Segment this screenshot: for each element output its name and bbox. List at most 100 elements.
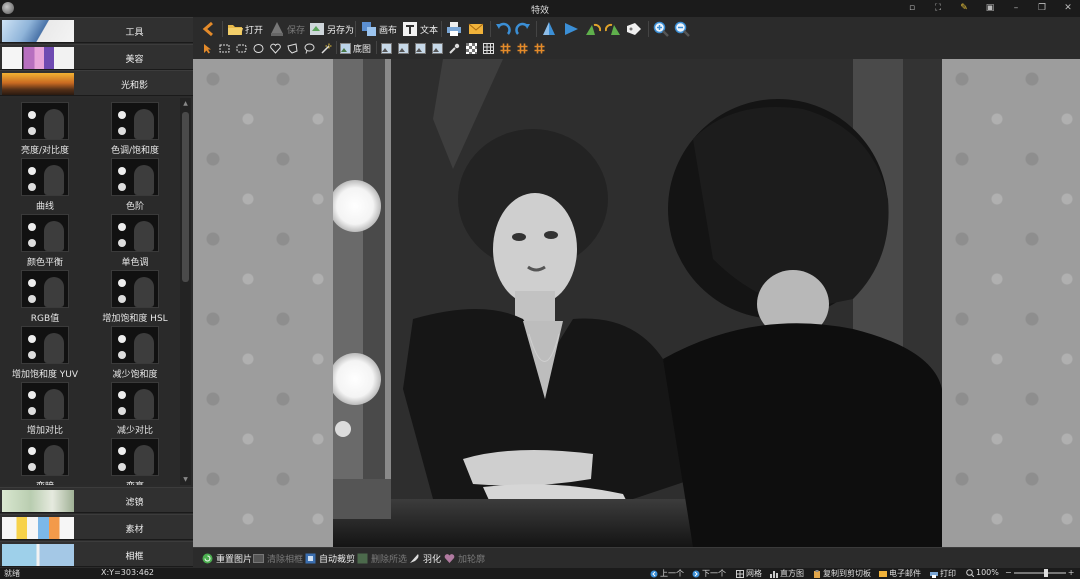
- effect-item[interactable]: 减少饱和度: [90, 322, 180, 380]
- undo-button[interactable]: [495, 19, 511, 39]
- print-button[interactable]: [446, 19, 462, 39]
- delete-selection-button[interactable]: 删除所选: [357, 552, 407, 565]
- effect-item[interactable]: 单色调: [90, 210, 180, 268]
- effect-item[interactable]: 曲线: [0, 154, 90, 212]
- category-material[interactable]: 素材: [0, 514, 193, 540]
- eyedropper-tool[interactable]: [449, 40, 460, 56]
- category-light-shadow[interactable]: 光和影: [0, 70, 193, 96]
- redo-button[interactable]: [515, 19, 531, 39]
- rounded-rectangle-icon: [236, 44, 247, 52]
- effect-item[interactable]: 色调/饱和度: [90, 98, 180, 156]
- effect-item[interactable]: 亮度/对比度: [0, 98, 90, 156]
- flip-vertical-button[interactable]: [541, 19, 557, 39]
- next-label: 下一个: [702, 569, 726, 578]
- zoom-slider-thumb[interactable]: [1043, 568, 1048, 577]
- open-button[interactable]: 打开: [227, 19, 263, 39]
- ellipse-select-tool[interactable]: [253, 40, 264, 56]
- email-button[interactable]: [468, 19, 484, 39]
- zoom-in-button[interactable]: [653, 19, 669, 39]
- clear-frame-button[interactable]: 清除相框: [253, 552, 303, 565]
- back-button[interactable]: [201, 19, 217, 39]
- scrollbar-thumb[interactable]: [182, 112, 189, 282]
- redo-icon: [515, 22, 530, 35]
- rotate-left-button[interactable]: [585, 19, 601, 39]
- file-icon[interactable]: ▫: [906, 2, 918, 14]
- add-border-button[interactable]: 加轮廓: [444, 552, 485, 565]
- flip-horizontal-button[interactable]: [563, 19, 579, 39]
- category-label: 滤镜: [125, 498, 144, 508]
- heart-select-tool[interactable]: [270, 40, 281, 56]
- auto-crop-button[interactable]: 自动裁剪: [305, 552, 355, 565]
- zoom-slider[interactable]: − +: [1005, 568, 1074, 577]
- hash-tool-2[interactable]: [517, 40, 528, 56]
- minimize-icon[interactable]: –: [1010, 2, 1022, 14]
- category-frame[interactable]: 相框: [0, 541, 193, 567]
- fullscreen-icon[interactable]: ⛶: [932, 2, 944, 14]
- rect-select-tool[interactable]: [219, 40, 230, 56]
- grid-tool[interactable]: [483, 40, 494, 56]
- category-filter[interactable]: 滤镜: [0, 487, 193, 513]
- zoom-out-button[interactable]: [674, 19, 690, 39]
- category-label: 美容: [125, 55, 144, 65]
- category-tools[interactable]: 工具: [0, 17, 193, 43]
- envelope-icon: [468, 23, 484, 34]
- grid-toggle[interactable]: 网格: [736, 568, 762, 579]
- category-beauty[interactable]: 美容: [0, 44, 193, 70]
- effect-item[interactable]: 增加饱和度 YUV: [0, 322, 90, 380]
- effect-item[interactable]: RGB值: [0, 266, 90, 324]
- transparency-tool[interactable]: [466, 40, 477, 56]
- effects-scrollbar[interactable]: ▲ ▼: [180, 98, 191, 485]
- base-image-button[interactable]: 底图: [340, 40, 371, 56]
- effect-item[interactable]: 增加饱和度 HSL: [90, 266, 180, 324]
- pencil-icon[interactable]: ✎: [958, 2, 970, 14]
- layer-tool-3[interactable]: [415, 40, 426, 56]
- effect-item[interactable]: 变暗: [0, 434, 90, 485]
- effect-item[interactable]: 增加对比: [0, 378, 90, 436]
- layer-tool-2[interactable]: [398, 40, 409, 56]
- effect-item[interactable]: 颜色平衡: [0, 210, 90, 268]
- zoom-in-icon[interactable]: +: [1068, 568, 1075, 577]
- canvas-label: 画布: [379, 25, 398, 36]
- hash-tool-3[interactable]: [534, 40, 545, 56]
- zoom-slider-track[interactable]: [1013, 568, 1066, 577]
- email-button-status[interactable]: 电子邮件: [879, 568, 921, 579]
- scroll-down-icon[interactable]: ▼: [182, 476, 189, 483]
- layer-tool-4[interactable]: [432, 40, 443, 56]
- restore-icon[interactable]: ❐: [1036, 2, 1048, 14]
- print-button-status[interactable]: 打印: [930, 568, 956, 579]
- canvas-background-right: [942, 59, 1080, 547]
- scroll-up-icon[interactable]: ▲: [182, 100, 189, 107]
- previous-button[interactable]: 上一个: [650, 568, 684, 579]
- layer-tool-1[interactable]: [381, 40, 392, 56]
- text-button[interactable]: 文本: [402, 19, 438, 39]
- next-button[interactable]: 下一个: [692, 568, 726, 579]
- save-as-button[interactable]: 另存为: [309, 19, 354, 39]
- rotate-right-icon: [605, 23, 620, 35]
- rounded-select-tool[interactable]: [236, 40, 247, 56]
- effect-item[interactable]: 变亮: [90, 434, 180, 485]
- histogram-button[interactable]: 直方图: [770, 568, 804, 579]
- reset-image-button[interactable]: 重置图片: [202, 552, 252, 565]
- image-canvas[interactable]: [193, 59, 1080, 547]
- base-image-label: 底图: [353, 44, 372, 55]
- lasso-select-tool[interactable]: [304, 40, 315, 56]
- magic-wand-tool[interactable]: [321, 40, 332, 56]
- canvas-button[interactable]: 画布: [361, 19, 397, 39]
- effect-item[interactable]: 减少对比: [90, 378, 180, 436]
- hash-grid-icon: [500, 43, 511, 53]
- polygon-select-tool[interactable]: [287, 40, 298, 56]
- rotate-right-button[interactable]: [605, 19, 621, 39]
- close-icon[interactable]: ✕: [1062, 2, 1074, 14]
- zoom-out-icon[interactable]: −: [1005, 568, 1012, 577]
- window-icon[interactable]: ▣: [984, 2, 996, 14]
- envelope-icon: [879, 570, 887, 577]
- zoom-label: 100%: [976, 568, 999, 577]
- copy-clipboard-button[interactable]: 复制到剪切板: [813, 568, 871, 579]
- effect-item[interactable]: 色阶: [90, 154, 180, 212]
- pointer-tool[interactable]: [202, 40, 213, 56]
- tag-button[interactable]: [626, 19, 642, 39]
- category-label: 光和影: [120, 81, 148, 91]
- save-button[interactable]: 保存: [269, 19, 305, 39]
- hash-tool-1[interactable]: [500, 40, 511, 56]
- feather-button[interactable]: 羽化: [409, 552, 441, 565]
